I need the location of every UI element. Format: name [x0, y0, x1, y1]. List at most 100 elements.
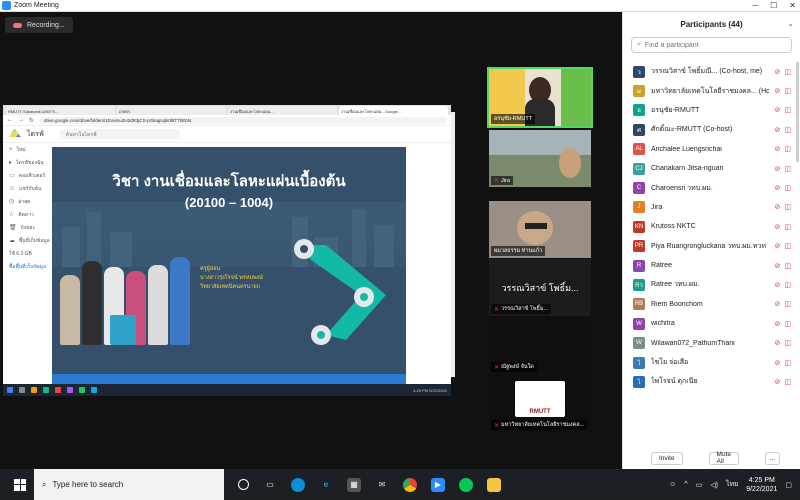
participant-row[interactable]: RB Riem Boonchom ⊘ ◫: [623, 295, 795, 314]
participant-name: Jira: [651, 203, 663, 211]
volume-icon[interactable]: ◁): [710, 481, 718, 489]
files-icon[interactable]: [487, 477, 501, 492]
drive-icon: ▸: [9, 160, 13, 166]
participant-name: Ratree: [651, 262, 673, 270]
more-button[interactable]: ...: [765, 451, 781, 465]
participant-row[interactable]: AL Anchalee Luengsrichai ⊘ ◫: [623, 140, 795, 159]
avatar: ไ: [633, 356, 645, 369]
video-off-icon: ◫: [784, 359, 791, 367]
zoom-icon[interactable]: ▶: [431, 477, 445, 492]
network-icon[interactable]: ▭: [696, 481, 703, 489]
participant-name: wichitra: [651, 320, 675, 328]
drive-nav-item: ▸ ไดรฟ์ของฉัน: [9, 159, 44, 167]
video-tile[interactable]: ✕ Jira: [489, 130, 591, 187]
participant-search[interactable]: ⌕: [631, 37, 792, 53]
maximize-icon[interactable]: ☐: [770, 0, 777, 12]
close-icon[interactable]: ✕: [789, 0, 796, 12]
mute-all-button[interactable]: Mute All: [708, 451, 739, 465]
chevron-down-icon[interactable]: ⌄: [787, 19, 794, 28]
avatar: W: [633, 317, 645, 330]
widgets-icon[interactable]: ▭: [263, 478, 277, 492]
video-off-icon: ◫: [784, 68, 791, 76]
participant-row[interactable]: KN Krutoss NKTC ⊘ ◫: [623, 217, 795, 236]
mic-muted-icon: ✕: [494, 306, 500, 313]
edge-icon[interactable]: [291, 477, 305, 492]
shared-icon: ☺: [9, 185, 16, 192]
minimize-icon[interactable]: ─: [752, 0, 758, 12]
drive-nav-item: ☁ พื้นที่เก็บข้อมูล: [9, 237, 50, 245]
avatar: ศ: [633, 123, 645, 136]
cloud-icon: ☁: [9, 238, 15, 244]
video-off-icon: ◫: [784, 223, 791, 231]
notifications-icon[interactable]: ▢: [785, 481, 792, 489]
windows-start-icon[interactable]: [10, 475, 30, 495]
participant-row[interactable]: J Jira ⊘ ◫: [623, 198, 795, 217]
participant-name: ศักดิ์ณะ-RMUTT (Co-host): [651, 126, 733, 134]
avatar: อ: [633, 104, 645, 117]
people-icon[interactable]: ☺: [669, 481, 676, 488]
participant-row[interactable]: Wwichitra ⊘ ◫: [623, 314, 795, 333]
participant-row[interactable]: ไ ไพโรจน์ ดุกเนีย ⊘ ◫: [623, 372, 795, 391]
drive-header: ไดรฟ์ ค้นหาในไดรฟ์: [3, 126, 451, 143]
video-tile[interactable]: ผมวลธรรม ท่านแก้ว: [489, 201, 591, 258]
recording-indicator[interactable]: Recording...: [5, 17, 73, 33]
rmutt-logo: RMUTT: [529, 409, 551, 415]
mic-muted-icon: ⊘: [774, 378, 781, 386]
address-bar: drive.google.com/drive/folders/1Eovmu2H2…: [39, 116, 447, 124]
cloud-record-icon: [13, 22, 22, 28]
drive-storage: ใช้ 6.3 GB: [9, 250, 32, 257]
participant-row[interactable]: ว วรรณวิสาข์ โพธิ์มณี... (Co-host, me) ⊘ ◫: [623, 62, 795, 81]
video-tile[interactable]: ✕ ณัฐพงษ์ จันใด: [489, 317, 591, 374]
participant-row[interactable]: ม มหาวิทยาลัยเทคโนโลยีราชมงคล... (Host) ⊘ ◫: [623, 81, 795, 100]
participant-row[interactable]: W Wilawan072_PathumThani ⊘ ◫: [623, 333, 795, 352]
line-icon[interactable]: [459, 477, 473, 492]
avatar: CJ: [633, 162, 645, 175]
participant-row[interactable]: CJ Chanakarn Jitsa-nguan ⊘ ◫: [623, 159, 795, 178]
participant-row[interactable]: R Ratree ⊘ ◫: [623, 256, 795, 275]
store-icon[interactable]: ▦: [347, 477, 361, 492]
video-off-icon: ◫: [784, 146, 791, 154]
chevron-up-icon[interactable]: ^: [684, 481, 687, 488]
participant-search-input[interactable]: [644, 41, 785, 49]
taskbar-search[interactable]: ⌕ Type here to search: [34, 469, 224, 500]
video-tile[interactable]: อรนุชัย-RMUTT: [487, 67, 593, 128]
video-tile-name: อรนุชัย-RMUTT: [491, 114, 536, 124]
participant-name: Ratree วทบ.ผม.: [651, 281, 700, 289]
participant-row[interactable]: ศ ศักดิ์ณะ-RMUTT (Co-host) ⊘ ◫: [623, 120, 795, 139]
drive-sidebar: + ใหม่ ▸ ไดรฟ์ของฉัน ▭ คอมพิวเตอร์ ☺ แชร์กับ…: [3, 143, 53, 384]
participant-name: Riem Boonchom: [651, 300, 703, 308]
invite-button[interactable]: Invite: [651, 451, 683, 465]
trash-icon: 🗑: [9, 225, 17, 231]
star-icon: ☆: [9, 212, 15, 218]
drive-nav-item: ☺ แชร์กับฉัน: [9, 185, 42, 192]
avatar: PR: [633, 240, 645, 253]
participant-row[interactable]: ไ ไชโย จ่อเสือ ⊘ ◫: [623, 353, 795, 372]
participants-scrollbar[interactable]: [796, 62, 799, 162]
chrome-icon[interactable]: [403, 477, 417, 492]
drive-nav-item: 🗑 ถังขยะ: [9, 224, 36, 232]
language-indicator[interactable]: ไทย: [726, 479, 738, 490]
mic-muted-icon: ⊘: [774, 107, 781, 115]
video-tile[interactable]: RMUTT ✕ มหาวิทยาลัยเทคโนโลยีราชมงคล...: [489, 375, 591, 432]
avatar: ไ: [633, 375, 645, 388]
participant-row[interactable]: อ อรนุชัย-RMUTT ⊘ ◫: [623, 101, 795, 120]
video-tile-name: ✕ Jira: [491, 176, 513, 185]
mic-muted-icon: ⊘: [774, 68, 781, 76]
drive-search: ค้นหาในไดรฟ์: [59, 129, 180, 139]
video-tile[interactable]: วรรณวิสาข์ โพธิ์ม... ✕ วรรณวิสาข์ โพธิ์ม.…: [489, 259, 591, 316]
participant-row[interactable]: C Charoensri วทบ.ผม. ⊘ ◫: [623, 178, 795, 197]
mail-icon[interactable]: ✉: [375, 478, 389, 492]
participant-row[interactable]: Rว Ratree วทบ.ผม. ⊘ ◫: [623, 275, 795, 294]
mic-muted-icon: ⊘: [774, 243, 781, 251]
video-off-icon: ◫: [784, 243, 791, 251]
avatar: KN: [633, 220, 645, 233]
video-off-icon: ◫: [784, 204, 791, 212]
taskbar-clock[interactable]: 4:25 PM 9/22/2021: [746, 476, 777, 494]
ie-icon[interactable]: e: [319, 478, 333, 492]
taskbar-search-placeholder: Type here to search: [52, 480, 124, 489]
video-off-icon: ◫: [784, 320, 791, 328]
participant-name: Charoensri วทบ.ผม.: [651, 184, 713, 192]
participant-name: ไพโรจน์ ดุกเนีย: [651, 378, 698, 386]
task-view-icon[interactable]: [238, 479, 249, 490]
participant-row[interactable]: PR Piya Ruangrongluckana วทบ.ผม.ทวท ⊘ ◫: [623, 237, 795, 256]
